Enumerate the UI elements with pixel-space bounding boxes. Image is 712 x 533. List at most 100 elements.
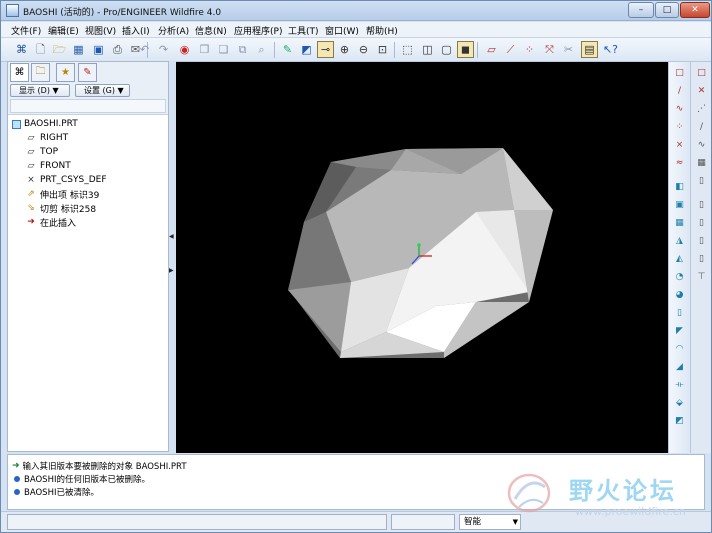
flex-tool-icon[interactable]: ▯ (694, 216, 709, 231)
datum-axis-tool-icon[interactable]: / (672, 84, 687, 99)
selection-filter-value: 智能 (464, 517, 482, 527)
toroidal-bend-icon[interactable]: ▯ (694, 252, 709, 267)
datum-axes-icon[interactable]: ⟋ (502, 41, 519, 58)
tree-item-protrusion[interactable]: ⇗ 伸出项 标识39 (25, 187, 99, 201)
offset-tool-icon[interactable]: ∿ (694, 138, 709, 153)
find-icon[interactable]: ⌕ (253, 41, 270, 58)
menu-info[interactable]: 信息(N) (195, 24, 227, 37)
context-help-icon[interactable]: ↖? (602, 41, 619, 58)
sketch-icon[interactable]: ✎ (279, 41, 296, 58)
thicken-tool-icon[interactable]: ▦ (694, 156, 709, 171)
pattern-tool-icon[interactable]: ⋰ (694, 102, 709, 117)
select-filter-icon[interactable]: ▤ (581, 41, 598, 58)
warp-tool-icon[interactable]: ▯ (694, 234, 709, 249)
tree-item-right-plane[interactable]: ▱ RIGHT (25, 131, 69, 145)
settings-dropdown[interactable]: 设置 (G) ▼ (75, 84, 130, 97)
new-window-icon[interactable]: ⌘ (13, 41, 30, 58)
menu-window[interactable]: 窗口(W) (325, 24, 359, 37)
orient-mode-icon[interactable]: ⊸ (317, 41, 334, 58)
paste-icon[interactable]: ❏ (215, 41, 232, 58)
menu-insert[interactable]: 插入(I) (122, 24, 150, 37)
maximize-button[interactable]: □ (655, 2, 679, 18)
round-tool-icon[interactable]: ◠ (672, 342, 687, 357)
datum-curve-tool-icon[interactable]: ∿ (672, 102, 687, 117)
expand-right-icon[interactable]: ▶ (169, 267, 174, 274)
spinal-bend-icon[interactable]: ⊤ (694, 270, 709, 285)
tree-item-insert-here[interactable]: ➜ 在此插入 (25, 215, 76, 229)
chamfer-tool-icon[interactable]: ◢ (672, 360, 687, 375)
menu-view[interactable]: 视图(V) (85, 24, 116, 37)
refit-icon[interactable]: ⊡ (374, 41, 391, 58)
revolve-tool-icon[interactable]: ▣ (672, 198, 687, 213)
minimize-button[interactable]: – (628, 2, 654, 18)
zoom-out-icon[interactable]: ⊖ (355, 41, 372, 58)
style-tool-icon[interactable]: ◭ (672, 252, 687, 267)
trim-tool-icon[interactable]: ◩ (672, 414, 687, 429)
collapse-left-icon[interactable]: ◀ (169, 233, 174, 240)
open-folder-icon[interactable]: 🗁 (51, 41, 68, 58)
wireframe-icon[interactable]: ⬚ (399, 41, 416, 58)
hole-tool-icon[interactable]: ◔ (672, 270, 687, 285)
close-button[interactable]: ✕ (680, 2, 710, 18)
hidden-line-icon[interactable]: ◫ (419, 41, 436, 58)
point-tool-icon[interactable]: ✕ (694, 84, 709, 99)
boundary-blend-icon[interactable]: ◮ (672, 234, 687, 249)
datum-points-icon[interactable]: ⁘ (521, 41, 538, 58)
analysis-tool-icon[interactable]: ≈ (672, 156, 687, 171)
connections-tab-icon[interactable]: ✎ (78, 63, 97, 82)
tree-item-csys[interactable]: ⨯ PRT_CSYS_DEF (25, 173, 106, 187)
no-hidden-icon[interactable]: ▢ (438, 41, 455, 58)
shell-tool-icon[interactable]: ◕ (672, 288, 687, 303)
redo-icon[interactable]: ↷ (155, 41, 172, 58)
menu-applications[interactable]: 应用程序(P) (234, 24, 282, 37)
selection-filter-dropdown[interactable]: 智能 ▼ (459, 514, 521, 530)
print-icon[interactable]: ⎙ (109, 41, 126, 58)
paste-special-icon[interactable]: ⧉ (234, 41, 251, 58)
graphics-viewport[interactable] (176, 62, 668, 453)
panel-splitter[interactable]: ◀ ▶ (169, 61, 176, 452)
sketch-tool-icon[interactable]: □ (694, 66, 709, 81)
tree-item-front-plane[interactable]: ▱ FRONT (25, 159, 71, 173)
draft-tool-icon[interactable]: ◤ (672, 324, 687, 339)
menu-analysis[interactable]: 分析(A) (158, 24, 189, 37)
undo-icon[interactable]: ↶ (136, 41, 153, 58)
datum-planes-icon[interactable]: ▱ (483, 41, 500, 58)
coordinate-systems-icon[interactable]: ⤧ (541, 41, 558, 58)
tree-item-cut[interactable]: ⇘ 切剪 标识258 (25, 201, 96, 215)
tree-item-top-plane[interactable]: ▱ TOP (25, 145, 58, 159)
solidify-tool-icon[interactable]: ▯ (694, 174, 709, 189)
tree-item-label: TOP (40, 147, 59, 157)
zoom-in-icon[interactable]: ⊕ (336, 41, 353, 58)
csys-origin-marker (417, 243, 421, 247)
rib-tool-icon[interactable]: ▯ (672, 306, 687, 321)
extrude-tool-icon[interactable]: ◧ (672, 180, 687, 195)
menu-bar: 文件(F) 编辑(E) 视图(V) 插入(I) 分析(A) 信息(N) 应用程序… (1, 22, 711, 38)
tree-item-part[interactable]: BAOSHI.PRT (12, 117, 78, 131)
repaint-icon[interactable]: ◩ (298, 41, 315, 58)
annotation-icon[interactable]: ✂ (560, 41, 577, 58)
save-icon[interactable]: ▣ (90, 41, 107, 58)
open-recent-icon[interactable]: ▦ (70, 41, 87, 58)
new-file-icon[interactable]: 🗋 (32, 41, 49, 58)
copy-icon[interactable]: ❐ (196, 41, 213, 58)
mirror-tool-icon[interactable]: ⟛ (672, 378, 687, 393)
merge-tool-icon[interactable]: ⬙ (672, 396, 687, 411)
regenerate-icon[interactable]: ◉ (176, 41, 193, 58)
menu-tools[interactable]: 工具(T) (288, 24, 319, 37)
shading-icon[interactable]: ◼ (457, 41, 474, 58)
menu-edit[interactable]: 编辑(E) (48, 24, 79, 37)
menu-help[interactable]: 帮助(H) (366, 24, 398, 37)
datum-plane-tool-icon[interactable]: □ (672, 66, 687, 81)
extend-tool-icon[interactable]: ▯ (694, 198, 709, 213)
datum-point-tool-icon[interactable]: ⁘ (672, 120, 687, 135)
datum-plane-icon: ▱ (27, 132, 35, 143)
display-dropdown[interactable]: 显示 (D) ▼ (10, 84, 70, 97)
favorites-tab-icon[interactable]: ★ (56, 63, 75, 82)
model-tree-tab-icon[interactable]: ⌘ (10, 63, 29, 82)
feature-toolbar: □ / ∿ ⁘ ⨯ ≈ ◧ ▣ ▦ ◮ ◭ ◔ ◕ ▯ ◤ ◠ ◢ ⟛ ⬙ ◩ (668, 62, 690, 453)
variable-sweep-icon[interactable]: ▦ (672, 216, 687, 231)
folder-browser-tab-icon[interactable]: 🗀 (31, 63, 50, 82)
menu-file[interactable]: 文件(F) (11, 24, 41, 37)
copy-tool-icon[interactable]: ∕ (694, 120, 709, 135)
csys-tool-icon[interactable]: ⨯ (672, 138, 687, 153)
